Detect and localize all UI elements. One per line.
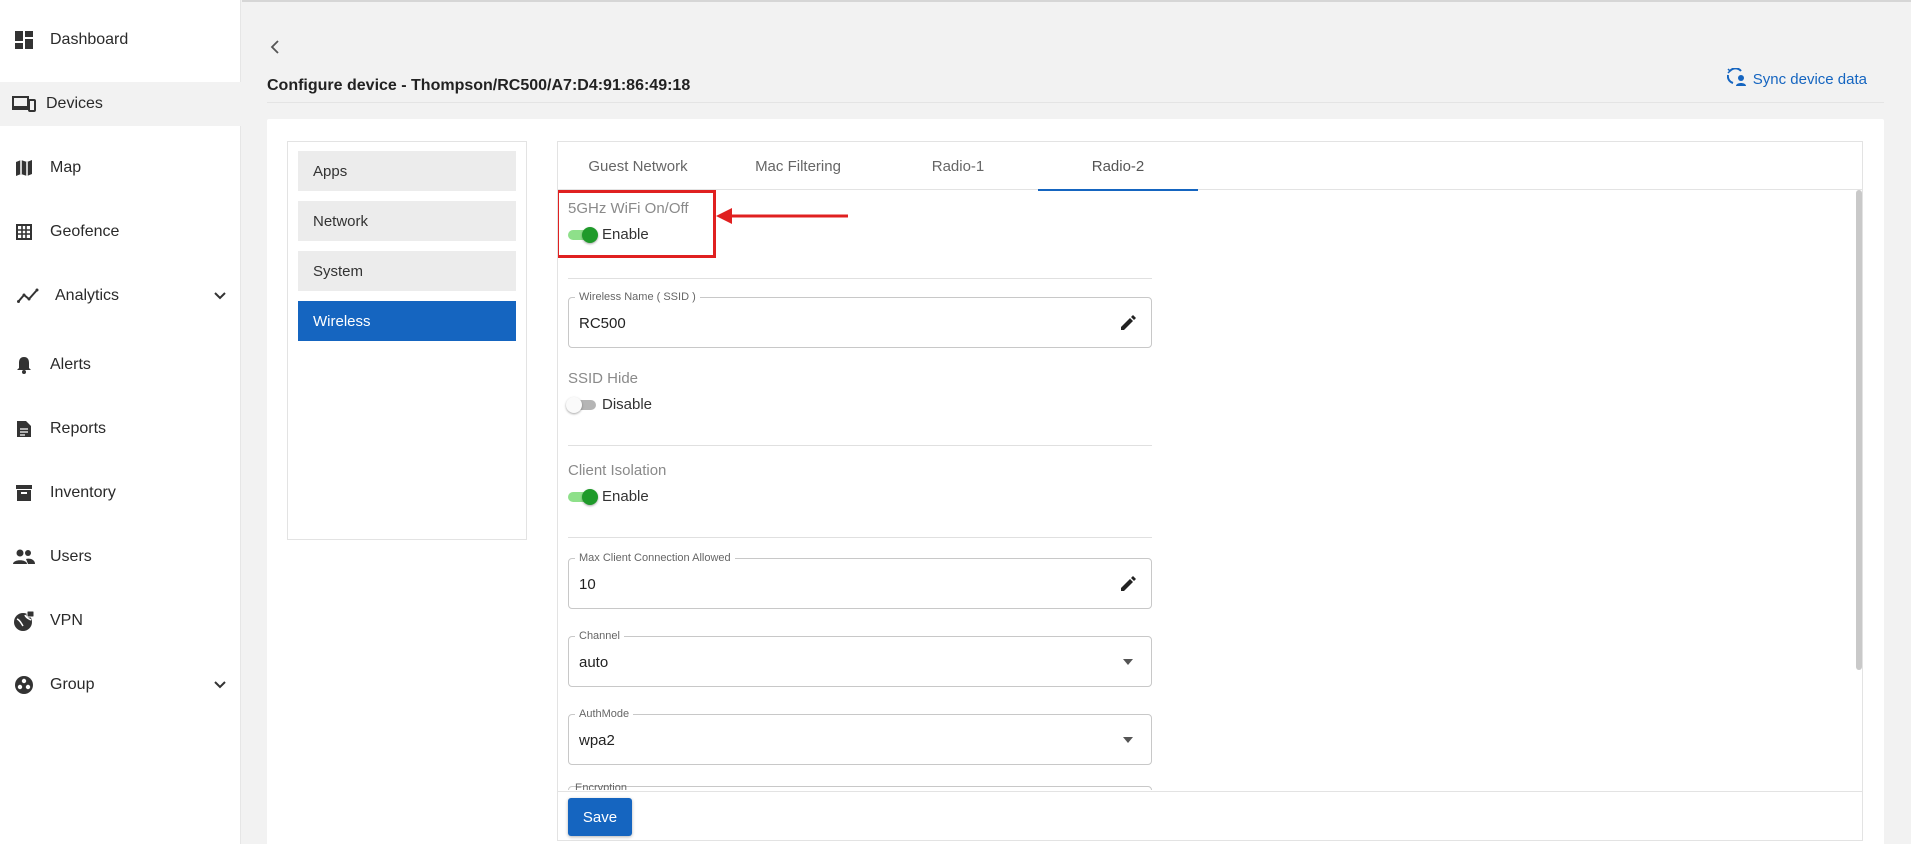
menu-item-apps[interactable]: Apps bbox=[298, 151, 516, 191]
sidebar: Dashboard Devices Map Geofence Analytics… bbox=[0, 0, 241, 844]
chevron-left-icon bbox=[270, 40, 279, 54]
menu-item-wireless[interactable]: Wireless bbox=[298, 301, 516, 341]
sidebar-item-label: Group bbox=[50, 676, 95, 693]
geofence-icon bbox=[12, 220, 36, 244]
sidebar-item-geofence[interactable]: Geofence bbox=[0, 210, 241, 254]
map-icon bbox=[12, 156, 36, 180]
tab-mac-filtering[interactable]: Mac Filtering bbox=[718, 142, 878, 190]
archive-icon bbox=[12, 481, 36, 505]
settings-menu: Apps Network System Wireless bbox=[287, 141, 527, 540]
client-isolation-toggle[interactable] bbox=[568, 488, 598, 505]
top-divider bbox=[242, 0, 1911, 2]
wireless-settings-panel: Guest Network Mac Filtering Radio-1 Radi… bbox=[557, 141, 1863, 841]
sidebar-item-label: VPN bbox=[50, 612, 83, 629]
max-client-field[interactable]: Max Client Connection Allowed 10 bbox=[568, 552, 1152, 609]
sync-device-data-button[interactable]: Sync device data bbox=[1726, 67, 1867, 90]
sidebar-item-label: Dashboard bbox=[50, 31, 129, 48]
save-button[interactable]: Save bbox=[568, 798, 632, 836]
tab-bar: Guest Network Mac Filtering Radio-1 Radi… bbox=[558, 142, 1862, 191]
vpn-icon bbox=[12, 609, 36, 633]
max-client-field-value: 10 bbox=[579, 576, 596, 593]
sidebar-item-analytics[interactable]: Analytics bbox=[0, 274, 241, 318]
client-isolation-state: Enable bbox=[602, 488, 649, 505]
config-card: Apps Network System Wireless Guest Netwo… bbox=[267, 119, 1884, 844]
main-content: Configure device - Thompson/RC500/A7:D4:… bbox=[242, 0, 1911, 844]
section-divider bbox=[568, 445, 1152, 446]
annotation-arrow-icon bbox=[716, 208, 848, 224]
menu-item-system[interactable]: System bbox=[298, 251, 516, 291]
sidebar-item-label: Analytics bbox=[55, 287, 120, 304]
header-divider bbox=[267, 102, 1884, 103]
channel-select-value: auto bbox=[579, 654, 609, 671]
sidebar-item-label: Devices bbox=[46, 95, 103, 112]
sidebar-item-devices[interactable]: Devices bbox=[0, 82, 241, 126]
annotation-highlight-box bbox=[558, 190, 716, 258]
sidebar-item-dashboard[interactable]: Dashboard bbox=[0, 18, 241, 62]
analytics-icon bbox=[16, 284, 40, 308]
users-icon bbox=[12, 545, 36, 569]
page-title: Configure device - Thompson/RC500/A7:D4:… bbox=[267, 77, 691, 94]
tab-radio-1[interactable]: Radio-1 bbox=[878, 142, 1038, 190]
ssid-field[interactable]: Wireless Name ( SSID ) RC500 bbox=[568, 291, 1152, 348]
sidebar-item-users[interactable]: Users bbox=[0, 535, 241, 579]
sidebar-item-alerts[interactable]: Alerts bbox=[0, 343, 241, 387]
sync-label: Sync device data bbox=[1752, 70, 1867, 88]
sidebar-item-label: Geofence bbox=[50, 223, 120, 240]
devices-icon bbox=[12, 92, 36, 116]
channel-select-label: Channel bbox=[575, 630, 624, 642]
group-icon bbox=[12, 673, 36, 697]
sidebar-item-label: Users bbox=[50, 548, 92, 565]
authmode-select[interactable]: AuthMode wpa2 bbox=[568, 708, 1152, 765]
ssid-hide-toggle[interactable] bbox=[566, 396, 596, 413]
ssid-hide-toggle-row: Disable bbox=[566, 396, 653, 413]
sidebar-item-vpn[interactable]: VPN bbox=[0, 599, 241, 643]
reports-icon bbox=[12, 417, 36, 441]
client-isolation-toggle-row: Enable bbox=[568, 488, 649, 505]
back-button[interactable] bbox=[264, 36, 286, 58]
settings-scroll-area[interactable]: 5GHz WiFi On/Off Enable Wireless Name ( … bbox=[558, 190, 1862, 790]
section-divider bbox=[568, 537, 1152, 538]
sync-icon bbox=[1726, 67, 1747, 90]
sidebar-item-map[interactable]: Map bbox=[0, 146, 241, 190]
caret-down-icon[interactable] bbox=[1117, 651, 1139, 673]
sidebar-item-label: Inventory bbox=[50, 484, 116, 501]
ssid-hide-state: Disable bbox=[602, 396, 653, 413]
edit-icon[interactable] bbox=[1117, 573, 1139, 595]
ssid-hide-label: SSID Hide bbox=[568, 370, 639, 387]
tab-radio-2[interactable]: Radio-2 bbox=[1038, 142, 1198, 191]
sidebar-item-label: Map bbox=[50, 159, 82, 176]
section-divider bbox=[568, 278, 1152, 279]
encryption-select[interactable]: Encryption bbox=[568, 782, 1152, 790]
caret-down-icon[interactable] bbox=[1117, 729, 1139, 751]
sidebar-item-group[interactable]: Group bbox=[0, 663, 241, 707]
authmode-select-value: wpa2 bbox=[579, 732, 615, 749]
channel-select[interactable]: Channel auto bbox=[568, 630, 1152, 687]
ssid-field-label: Wireless Name ( SSID ) bbox=[575, 291, 700, 303]
chevron-down-icon[interactable] bbox=[211, 676, 229, 694]
menu-item-network[interactable]: Network bbox=[298, 201, 516, 241]
sidebar-item-reports[interactable]: Reports bbox=[0, 407, 241, 451]
sidebar-item-label: Alerts bbox=[50, 356, 91, 373]
ssid-field-value: RC500 bbox=[579, 315, 626, 332]
encryption-select-label: Encryption bbox=[575, 782, 627, 790]
authmode-select-label: AuthMode bbox=[575, 708, 634, 720]
bell-icon bbox=[12, 353, 36, 377]
edit-icon[interactable] bbox=[1117, 312, 1139, 334]
footer-divider bbox=[558, 791, 1862, 792]
sidebar-item-inventory[interactable]: Inventory bbox=[0, 471, 241, 515]
chevron-down-icon[interactable] bbox=[211, 287, 229, 305]
client-isolation-label: Client Isolation bbox=[568, 462, 667, 479]
sidebar-item-label: Reports bbox=[50, 420, 107, 437]
tab-guest-network[interactable]: Guest Network bbox=[558, 142, 718, 190]
dashboard-icon bbox=[12, 28, 36, 52]
max-client-field-label: Max Client Connection Allowed bbox=[575, 552, 735, 564]
vertical-scrollbar[interactable] bbox=[1856, 190, 1862, 670]
